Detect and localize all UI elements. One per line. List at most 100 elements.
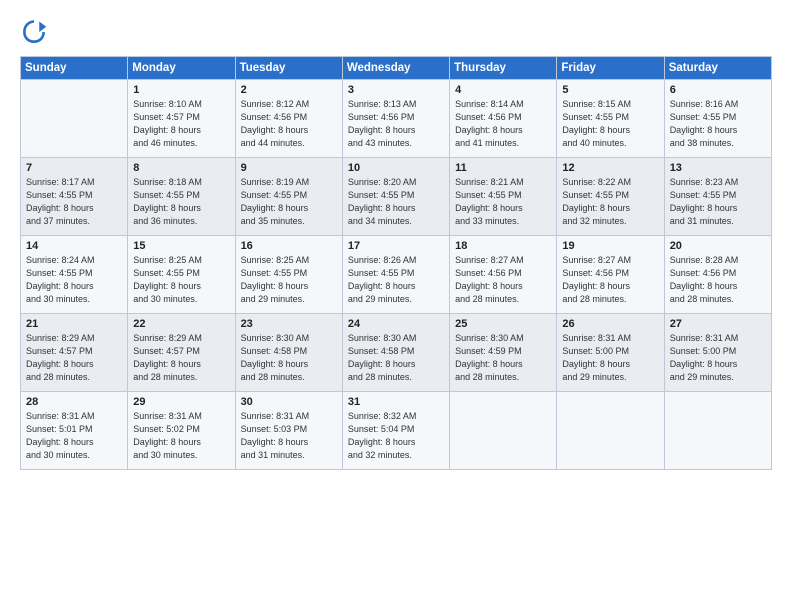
- day-cell: [21, 80, 128, 158]
- day-info: Sunrise: 8:20 AM Sunset: 4:55 PM Dayligh…: [348, 176, 444, 228]
- day-number: 18: [455, 240, 551, 252]
- day-info: Sunrise: 8:31 AM Sunset: 5:00 PM Dayligh…: [670, 332, 766, 384]
- day-number: 25: [455, 318, 551, 330]
- day-number: 3: [348, 84, 444, 96]
- day-number: 29: [133, 396, 229, 408]
- day-number: 10: [348, 162, 444, 174]
- day-cell: 13Sunrise: 8:23 AM Sunset: 4:55 PM Dayli…: [664, 158, 771, 236]
- day-cell: 28Sunrise: 8:31 AM Sunset: 5:01 PM Dayli…: [21, 392, 128, 470]
- day-number: 17: [348, 240, 444, 252]
- day-info: Sunrise: 8:25 AM Sunset: 4:55 PM Dayligh…: [133, 254, 229, 306]
- day-cell: 2 Sunrise: 8:12 AM Sunset: 4:56 PM Daylig…: [235, 80, 342, 158]
- calendar-table: SundayMondayTuesdayWednesdayThursdayFrid…: [20, 56, 772, 470]
- day-cell: 3Sunrise: 8:13 AM Sunset: 4:56 PM Daylig…: [342, 80, 449, 158]
- day-number: 13: [670, 162, 766, 174]
- week-row-4: 21 Sunrise: 8:29 AM Sunset: 4:57 PM Dayli…: [21, 314, 772, 392]
- day-cell: [664, 392, 771, 470]
- week-row-1: 1 Sunrise: 8:10 AM Sunset: 4:57 PM Daylig…: [21, 80, 772, 158]
- day-number: 21: [26, 318, 122, 330]
- calendar-header-row: SundayMondayTuesdayWednesdayThursdayFrid…: [21, 57, 772, 80]
- day-cell: 17 Sunrise: 8:26 AM Sunset: 4:55 PM Dayli…: [342, 236, 449, 314]
- day-info: Sunrise: 8:27 AM Sunset: 4:56 PM Dayligh…: [562, 254, 658, 306]
- day-number: 24: [348, 318, 444, 330]
- day-info: Sunrise: 8:15 AM Sunset: 4:55 PM Dayligh…: [562, 98, 658, 150]
- day-info: Sunrise: 8:30 AM Sunset: 4:59 PM Dayligh…: [455, 332, 551, 384]
- day-cell: 14Sunrise: 8:24 AM Sunset: 4:55 PM Dayli…: [21, 236, 128, 314]
- day-cell: [557, 392, 664, 470]
- day-cell: 7 Sunrise: 8:17 AM Sunset: 4:55 PM Daylig…: [21, 158, 128, 236]
- day-info: Sunrise: 8:16 AM Sunset: 4:55 PM Dayligh…: [670, 98, 766, 150]
- day-number: 5: [562, 84, 658, 96]
- day-info: Sunrise: 8:17 AM Sunset: 4:55 PM Dayligh…: [26, 176, 122, 228]
- day-cell: 9Sunrise: 8:19 AM Sunset: 4:55 PM Daylig…: [235, 158, 342, 236]
- day-cell: 27 Sunrise: 8:31 AM Sunset: 5:00 PM Dayli…: [664, 314, 771, 392]
- day-cell: 11 Sunrise: 8:21 AM Sunset: 4:55 PM Dayli…: [450, 158, 557, 236]
- day-cell: 31 Sunrise: 8:32 AM Sunset: 5:04 PM Dayli…: [342, 392, 449, 470]
- day-number: 2: [241, 84, 337, 96]
- day-cell: 20 Sunrise: 8:28 AM Sunset: 4:56 PM Dayli…: [664, 236, 771, 314]
- day-number: 22: [133, 318, 229, 330]
- week-row-5: 28Sunrise: 8:31 AM Sunset: 5:01 PM Dayli…: [21, 392, 772, 470]
- day-cell: 29 Sunrise: 8:31 AM Sunset: 5:02 PM Dayli…: [128, 392, 235, 470]
- day-info: Sunrise: 8:27 AM Sunset: 4:56 PM Dayligh…: [455, 254, 551, 306]
- col-header-saturday: Saturday: [664, 57, 771, 80]
- day-number: 8: [133, 162, 229, 174]
- day-info: Sunrise: 8:12 AM Sunset: 4:56 PM Dayligh…: [241, 98, 337, 150]
- day-info: Sunrise: 8:25 AM Sunset: 4:55 PM Dayligh…: [241, 254, 337, 306]
- day-number: 7: [26, 162, 122, 174]
- day-number: 4: [455, 84, 551, 96]
- col-header-tuesday: Tuesday: [235, 57, 342, 80]
- day-number: 30: [241, 396, 337, 408]
- day-info: Sunrise: 8:31 AM Sunset: 5:00 PM Dayligh…: [562, 332, 658, 384]
- day-cell: 12 Sunrise: 8:22 AM Sunset: 4:55 PM Dayli…: [557, 158, 664, 236]
- day-cell: 26 Sunrise: 8:31 AM Sunset: 5:00 PM Dayli…: [557, 314, 664, 392]
- day-cell: 6 Sunrise: 8:16 AM Sunset: 4:55 PM Daylig…: [664, 80, 771, 158]
- day-number: 12: [562, 162, 658, 174]
- day-cell: 4Sunrise: 8:14 AM Sunset: 4:56 PM Daylig…: [450, 80, 557, 158]
- day-info: Sunrise: 8:28 AM Sunset: 4:56 PM Dayligh…: [670, 254, 766, 306]
- logo: [20, 18, 52, 46]
- calendar-page: SundayMondayTuesdayWednesdayThursdayFrid…: [0, 0, 792, 612]
- col-header-sunday: Sunday: [21, 57, 128, 80]
- day-number: 26: [562, 318, 658, 330]
- day-info: Sunrise: 8:21 AM Sunset: 4:55 PM Dayligh…: [455, 176, 551, 228]
- day-number: 23: [241, 318, 337, 330]
- day-info: Sunrise: 8:30 AM Sunset: 4:58 PM Dayligh…: [241, 332, 337, 384]
- day-info: Sunrise: 8:26 AM Sunset: 4:55 PM Dayligh…: [348, 254, 444, 306]
- day-number: 31: [348, 396, 444, 408]
- day-number: 20: [670, 240, 766, 252]
- day-cell: 25 Sunrise: 8:30 AM Sunset: 4:59 PM Dayli…: [450, 314, 557, 392]
- day-number: 27: [670, 318, 766, 330]
- day-info: Sunrise: 8:30 AM Sunset: 4:58 PM Dayligh…: [348, 332, 444, 384]
- day-cell: 19 Sunrise: 8:27 AM Sunset: 4:56 PM Dayli…: [557, 236, 664, 314]
- day-cell: 30 Sunrise: 8:31 AM Sunset: 5:03 PM Dayli…: [235, 392, 342, 470]
- day-cell: 5 Sunrise: 8:15 AM Sunset: 4:55 PM Daylig…: [557, 80, 664, 158]
- day-cell: 22 Sunrise: 8:29 AM Sunset: 4:57 PM Dayli…: [128, 314, 235, 392]
- day-number: 28: [26, 396, 122, 408]
- day-number: 15: [133, 240, 229, 252]
- day-number: 16: [241, 240, 337, 252]
- day-number: 11: [455, 162, 551, 174]
- logo-icon: [20, 18, 48, 46]
- day-cell: 15 Sunrise: 8:25 AM Sunset: 4:55 PM Dayli…: [128, 236, 235, 314]
- header: [20, 18, 772, 46]
- day-info: Sunrise: 8:10 AM Sunset: 4:57 PM Dayligh…: [133, 98, 229, 150]
- week-row-3: 14Sunrise: 8:24 AM Sunset: 4:55 PM Dayli…: [21, 236, 772, 314]
- day-info: Sunrise: 8:31 AM Sunset: 5:03 PM Dayligh…: [241, 410, 337, 462]
- day-number: 1: [133, 84, 229, 96]
- day-number: 19: [562, 240, 658, 252]
- day-number: 14: [26, 240, 122, 252]
- col-header-monday: Monday: [128, 57, 235, 80]
- day-cell: 8Sunrise: 8:18 AM Sunset: 4:55 PM Daylig…: [128, 158, 235, 236]
- day-info: Sunrise: 8:29 AM Sunset: 4:57 PM Dayligh…: [26, 332, 122, 384]
- day-info: Sunrise: 8:22 AM Sunset: 4:55 PM Dayligh…: [562, 176, 658, 228]
- day-cell: 10 Sunrise: 8:20 AM Sunset: 4:55 PM Dayli…: [342, 158, 449, 236]
- day-cell: 21 Sunrise: 8:29 AM Sunset: 4:57 PM Dayli…: [21, 314, 128, 392]
- day-info: Sunrise: 8:31 AM Sunset: 5:02 PM Dayligh…: [133, 410, 229, 462]
- day-number: 6: [670, 84, 766, 96]
- day-info: Sunrise: 8:32 AM Sunset: 5:04 PM Dayligh…: [348, 410, 444, 462]
- day-cell: 1 Sunrise: 8:10 AM Sunset: 4:57 PM Daylig…: [128, 80, 235, 158]
- calendar-body: 1 Sunrise: 8:10 AM Sunset: 4:57 PM Daylig…: [21, 80, 772, 470]
- day-info: Sunrise: 8:29 AM Sunset: 4:57 PM Dayligh…: [133, 332, 229, 384]
- day-cell: [450, 392, 557, 470]
